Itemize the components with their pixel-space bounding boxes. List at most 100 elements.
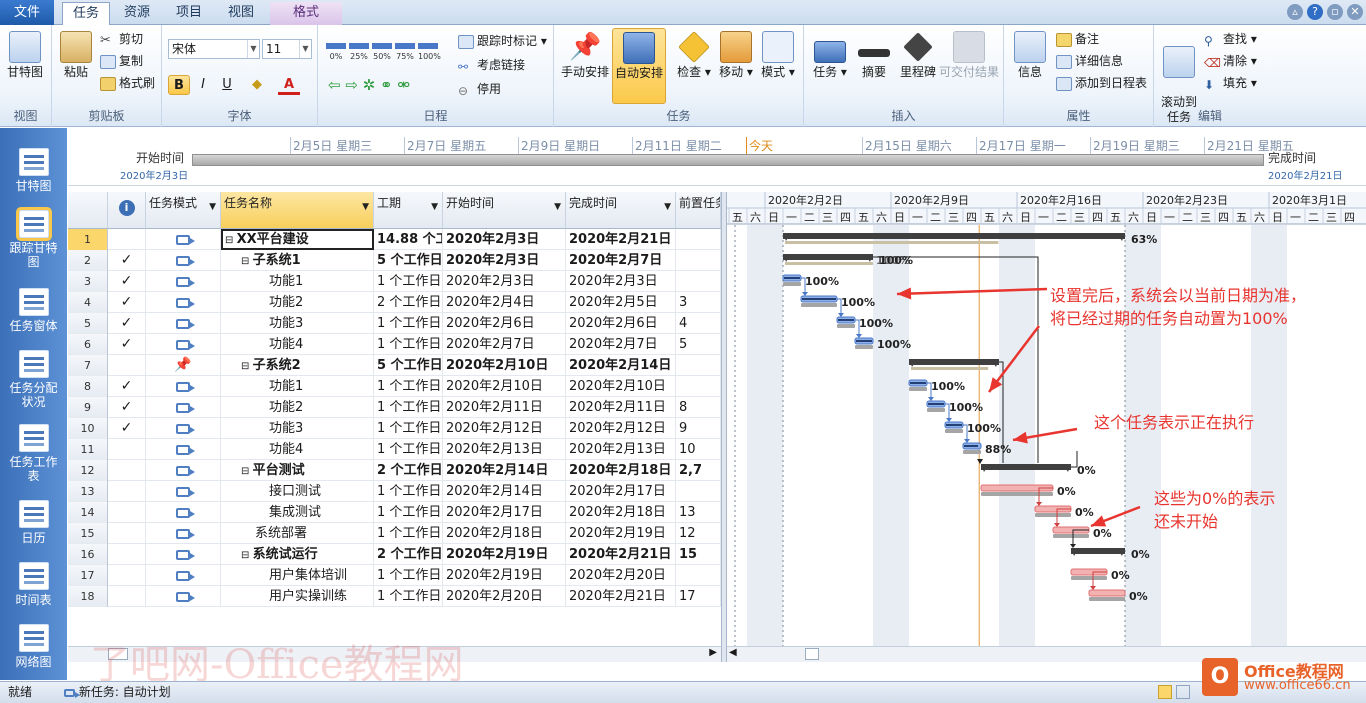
start-cell[interactable]: 2020年2月17日 (443, 502, 566, 523)
task-mode-cell[interactable] (146, 481, 221, 502)
duration-cell[interactable]: 1 个工作日 (374, 334, 443, 355)
font-color-icon[interactable]: A (278, 75, 300, 95)
row-number[interactable]: 13 (68, 481, 108, 502)
indicator-cell[interactable]: ✓ (108, 334, 146, 355)
pct-75-button[interactable]: 75% (395, 43, 415, 65)
font-family-select[interactable]: 宋体 ▼ (168, 39, 260, 59)
viewbar-gantt-chart[interactable]: 甘特图 (0, 148, 67, 193)
start-cell[interactable]: 2020年2月19日 (443, 565, 566, 586)
task-name-cell[interactable]: 功能2 (221, 292, 374, 313)
indicator-cell[interactable]: ✓ (108, 376, 146, 397)
finish-cell[interactable]: 2020年2月12日 (566, 418, 676, 439)
cut-button[interactable]: ✂ 剪切 (100, 31, 143, 48)
duration-cell[interactable]: 1 个工作日 (374, 586, 443, 607)
finish-cell[interactable]: 2020年2月17日 (566, 481, 676, 502)
indicator-cell[interactable]: ✓ (108, 271, 146, 292)
indicator-cell[interactable]: ✓ (108, 250, 146, 271)
task-mode-cell[interactable] (146, 292, 221, 313)
scroll-thumb[interactable] (805, 648, 819, 660)
task-name-cell[interactable]: 功能4 (221, 334, 374, 355)
table-row[interactable]: 6 ✓ 功能4 1 个工作日 2020年2月7日 2020年2月7日 5 (68, 334, 721, 355)
task-mode-cell[interactable] (146, 586, 221, 607)
indicator-cell[interactable] (108, 439, 146, 460)
pred-cell[interactable]: 12 (676, 523, 721, 544)
row-number[interactable]: 3 (68, 271, 108, 292)
finish-cell[interactable]: 2020年2月7日 (566, 250, 676, 271)
pred-cell[interactable]: 4 (676, 313, 721, 334)
task-mode-cell[interactable] (146, 313, 221, 334)
duration-cell[interactable]: 1 个工作日 (374, 481, 443, 502)
collapse-icon[interactable]: ⊟ (225, 235, 237, 246)
table-row[interactable]: 9 ✓ 功能2 1 个工作日 2020年2月11日 2020年2月11日 8 (68, 397, 721, 418)
row-number[interactable]: 16 (68, 544, 108, 565)
indicator-cell[interactable] (108, 460, 146, 481)
duration-cell[interactable]: 1 个工作日 (374, 418, 443, 439)
start-cell[interactable]: 2020年2月7日 (443, 334, 566, 355)
minimize-ribbon-icon[interactable]: ▵ (1287, 4, 1303, 20)
duration-cell[interactable]: 1 个工作日 (374, 271, 443, 292)
pred-cell[interactable]: 13 (676, 502, 721, 523)
viewbar-tracking-gantt[interactable]: 跟踪甘特 图 (0, 207, 67, 269)
tab-file[interactable]: 文件 (0, 0, 54, 25)
pct-50-button[interactable]: 50% (372, 43, 392, 65)
pred-cell[interactable] (676, 250, 721, 271)
table-row[interactable]: 14 集成测试 1 个工作日 2020年2月17日 2020年2月18日 13 (68, 502, 721, 523)
viewbar-task-form[interactable]: 任务窗体 (0, 288, 67, 333)
row-number[interactable]: 12 (68, 460, 108, 481)
timeline-bar[interactable] (192, 154, 1264, 166)
task-mode-cell[interactable] (146, 397, 221, 418)
insert-deliverable-button[interactable]: 可交付结果 (938, 31, 1000, 80)
indicator-cell[interactable]: ✓ (108, 397, 146, 418)
table-row[interactable]: 4 ✓ 功能2 2 个工作日 2020年2月4日 2020年2月5日 3 (68, 292, 721, 313)
timeline-view[interactable]: 开始时间 2020年2月3日 2月5日 星期三 2月7日 星期五 2月9日 星期… (68, 128, 1366, 186)
finish-cell[interactable]: 2020年2月19日 (566, 523, 676, 544)
start-cell[interactable]: 2020年2月12日 (443, 418, 566, 439)
row-number[interactable]: 18 (68, 586, 108, 607)
table-row[interactable]: 15 系统部署 1 个工作日 2020年2月18日 2020年2月19日 12 (68, 523, 721, 544)
task-name-cell[interactable]: ⊟ XX平台建设 (221, 229, 374, 250)
row-number[interactable]: 15 (68, 523, 108, 544)
duration-column-header[interactable]: 工期 ▼ (374, 192, 443, 229)
indicator-cell[interactable] (108, 523, 146, 544)
table-row[interactable]: 3 ✓ 功能1 1 个工作日 2020年2月3日 2020年2月3日 (68, 271, 721, 292)
mode-column-header[interactable]: 任务模式 ▼ (146, 192, 221, 229)
tab-resource[interactable]: 资源 (114, 2, 160, 25)
duration-cell[interactable]: 1 个工作日 (374, 502, 443, 523)
task-mode-cell[interactable] (146, 229, 221, 250)
information-button[interactable]: 信息 (1008, 31, 1052, 80)
start-cell[interactable]: 2020年2月6日 (443, 313, 566, 334)
italic-button[interactable]: I (192, 75, 214, 95)
details-button[interactable]: 详细信息 (1056, 53, 1123, 69)
pred-cell[interactable]: 15 (676, 544, 721, 565)
duration-cell[interactable]: 1 个工作日 (374, 523, 443, 544)
pred-cell[interactable]: 2,7 (676, 460, 721, 481)
start-cell[interactable]: 2020年2月10日 (443, 376, 566, 397)
start-cell[interactable]: 2020年2月14日 (443, 460, 566, 481)
indicator-cell[interactable] (108, 355, 146, 376)
pred-cell[interactable] (676, 229, 721, 250)
indicator-cell[interactable] (108, 586, 146, 607)
finish-cell[interactable]: 2020年2月14日 (566, 355, 676, 376)
insert-summary-button[interactable]: 摘要 (852, 31, 896, 80)
start-cell[interactable]: 2020年2月3日 (443, 271, 566, 292)
task-mode-cell[interactable] (146, 376, 221, 397)
indicator-cell[interactable] (108, 481, 146, 502)
finish-cell[interactable]: 2020年2月5日 (566, 292, 676, 313)
new-task-mode[interactable]: 新任务: 自动计划 (64, 682, 171, 703)
finish-column-header[interactable]: 完成时间 ▼ (566, 192, 676, 229)
row-number[interactable]: 11 (68, 439, 108, 460)
task-name-cell[interactable]: 系统部署 (221, 523, 374, 544)
duration-cell[interactable]: 2 个工作日 (374, 460, 443, 481)
indicator-cell[interactable] (108, 565, 146, 586)
finish-cell[interactable]: 2020年2月20日 (566, 565, 676, 586)
duration-cell[interactable]: 2 个工作日 (374, 544, 443, 565)
table-row[interactable]: 11 功能4 1 个工作日 2020年2月13日 2020年2月13日 10 (68, 439, 721, 460)
row-number[interactable]: 1 (68, 229, 108, 250)
collapse-icon[interactable]: ⊟ (241, 256, 253, 267)
pred-cell[interactable]: 3 (676, 292, 721, 313)
close-icon[interactable]: ✕ (1347, 4, 1363, 20)
table-row[interactable]: 5 ✓ 功能3 1 个工作日 2020年2月6日 2020年2月6日 4 (68, 313, 721, 334)
task-mode-cell[interactable] (146, 418, 221, 439)
tab-project[interactable]: 项目 (166, 2, 212, 25)
restore-icon[interactable]: ▫ (1327, 4, 1343, 20)
